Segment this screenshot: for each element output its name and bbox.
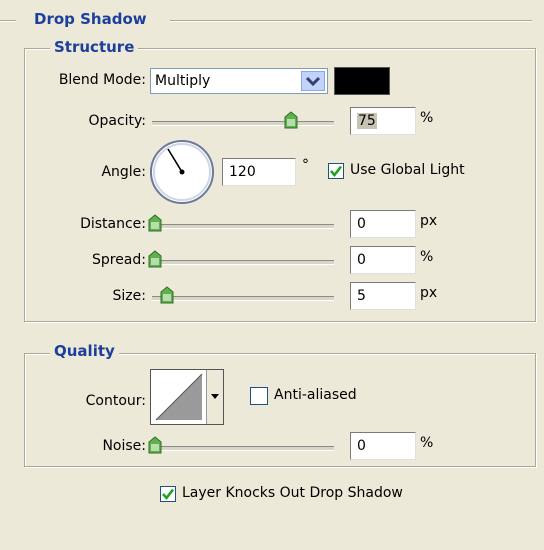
distance-slider-track[interactable] <box>152 224 334 229</box>
distance-value: 0 <box>357 216 366 232</box>
size-unit: px <box>420 285 438 301</box>
shadow-color-swatch[interactable] <box>334 67 390 95</box>
spread-unit: % <box>420 249 434 265</box>
contour-dropdown-arrow-icon[interactable] <box>206 370 223 424</box>
spread-input[interactable]: 0 <box>350 246 416 274</box>
structure-title: Structure <box>50 38 139 56</box>
opacity-value: 75 <box>357 113 377 129</box>
noise-slider-track[interactable] <box>152 446 334 451</box>
contour-picker[interactable] <box>150 369 224 425</box>
distance-unit: px <box>420 213 438 229</box>
opacity-slider-track[interactable] <box>152 121 334 126</box>
angle-dial[interactable] <box>148 138 216 206</box>
use-global-light-label[interactable]: Use Global Light <box>350 162 465 178</box>
quality-title: Quality <box>50 342 119 360</box>
checkmark-icon <box>162 488 175 501</box>
contour-label: Contour: <box>85 393 146 409</box>
anti-aliased-checkbox[interactable] <box>250 387 268 405</box>
noise-unit: % <box>420 435 434 451</box>
noise-slider-thumb[interactable] <box>148 436 162 454</box>
spread-slider-track[interactable] <box>152 260 334 265</box>
noise-value: 0 <box>357 438 366 454</box>
opacity-label: Opacity: <box>88 113 146 129</box>
opacity-unit: % <box>420 110 434 126</box>
layer-knocks-out-label[interactable]: Layer Knocks Out Drop Shadow <box>182 485 403 501</box>
drop-shadow-title: Drop Shadow <box>30 10 151 28</box>
noise-input[interactable]: 0 <box>350 432 416 460</box>
noise-label: Noise: <box>102 438 146 454</box>
angle-input[interactable]: 120 <box>222 158 296 186</box>
chevron-down-icon[interactable] <box>301 71 325 91</box>
size-input[interactable]: 5 <box>350 282 416 310</box>
size-slider-track[interactable] <box>152 296 334 301</box>
size-label: Size: <box>112 288 146 304</box>
use-global-light-checkbox[interactable] <box>328 163 344 179</box>
distance-label: Distance: <box>80 216 146 232</box>
opacity-input[interactable]: 75 <box>350 107 416 135</box>
angle-unit: ° <box>302 157 309 173</box>
blend-mode-select[interactable]: Multiply <box>150 68 328 94</box>
checkmark-icon <box>330 165 343 178</box>
size-value: 5 <box>357 288 366 304</box>
contour-preview-icon <box>155 373 203 421</box>
spread-slider-thumb[interactable] <box>148 250 162 268</box>
spread-value: 0 <box>357 252 366 268</box>
angle-label: Angle: <box>101 164 146 180</box>
blend-mode-value: Multiply <box>155 73 211 89</box>
spread-label: Spread: <box>91 252 146 268</box>
anti-aliased-label[interactable]: Anti-aliased <box>274 387 357 403</box>
blend-mode-label: Blend Mode: <box>58 72 146 88</box>
distance-input[interactable]: 0 <box>350 210 416 238</box>
size-slider-thumb[interactable] <box>160 286 174 304</box>
opacity-slider-thumb[interactable] <box>284 111 298 129</box>
layer-knocks-out-checkbox[interactable] <box>160 486 176 502</box>
distance-slider-thumb[interactable] <box>148 214 162 232</box>
angle-value: 120 <box>229 164 256 180</box>
